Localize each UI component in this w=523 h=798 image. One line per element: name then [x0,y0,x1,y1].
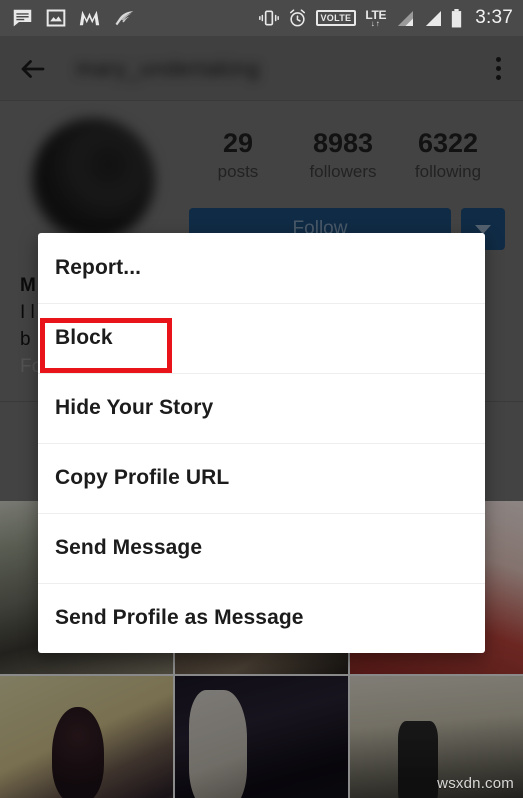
battery-icon [452,8,462,27]
alarm-icon [289,8,305,26]
photo-icon [46,9,66,27]
phone-screen: VOLTE LTE ↓↑ 3:37 mary_undertaking 29 po… [0,0,523,798]
watermark: wsxdn.com [437,775,514,792]
menu-item-block[interactable]: Block [38,303,485,373]
signal-1-icon [398,10,414,26]
message-icon [13,9,32,26]
menu-item-hide-your-story[interactable]: Hide Your Story [38,373,485,443]
volte-icon: VOLTE [315,10,357,26]
menu-item-copy-profile-url[interactable]: Copy Profile URL [38,443,485,513]
m-app-icon [79,10,100,26]
status-bar-left-icons [12,8,135,29]
menu-item-send-profile-as-message[interactable]: Send Profile as Message [38,583,485,653]
menu-item-report[interactable]: Report... [38,233,485,303]
signal-2-icon [426,10,442,26]
profile-options-dialog: Report... Block Hide Your Story Copy Pro… [38,233,485,653]
feather-icon [115,11,134,26]
lte-data-arrows: ↓↑ [370,18,381,28]
status-bar: VOLTE LTE ↓↑ 3:37 [0,0,523,36]
menu-item-send-message[interactable]: Send Message [38,513,485,583]
vibrate-icon [258,10,279,26]
lte-icon: LTE ↓↑ [365,9,386,28]
status-bar-clock: 3:37 [475,7,513,28]
status-bar-right-icons: VOLTE LTE ↓↑ 3:37 [258,7,514,29]
